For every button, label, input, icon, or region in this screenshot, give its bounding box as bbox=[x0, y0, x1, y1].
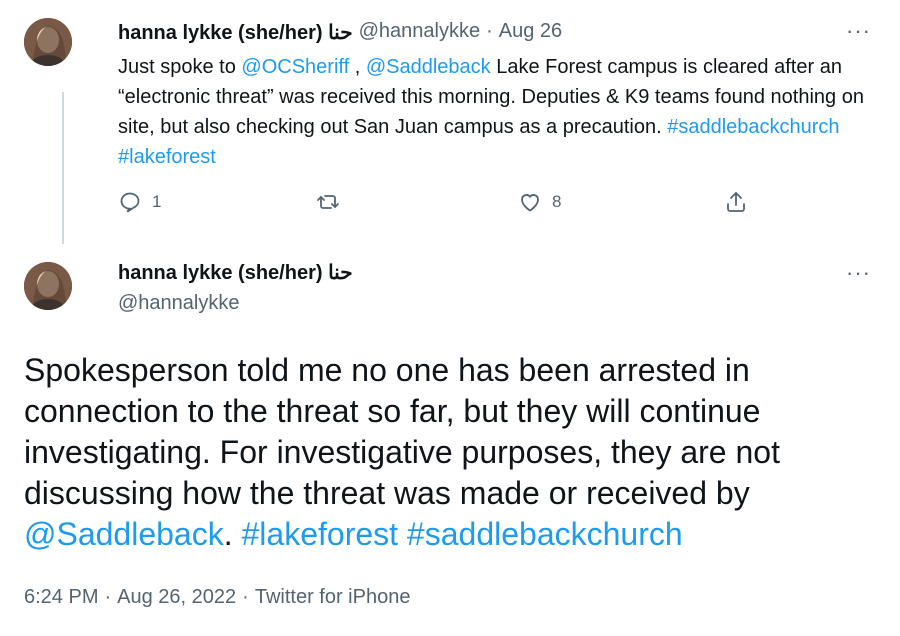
display-name[interactable]: hanna lykke (she/her) حنا bbox=[118, 20, 353, 45]
avatar[interactable] bbox=[24, 18, 72, 66]
share-icon bbox=[727, 192, 745, 212]
hashtag-link[interactable]: #saddlebackchurch bbox=[667, 116, 839, 138]
share-button[interactable] bbox=[724, 190, 748, 214]
like-icon bbox=[521, 194, 539, 212]
tweet-meta: 6:24 PM · Aug 26, 2022 · Twitter for iPh… bbox=[24, 586, 410, 609]
separator: · bbox=[242, 586, 249, 608]
separator: · bbox=[486, 20, 493, 42]
tweet1-header: hanna lykke (she/her) حنا @hannalykke · … bbox=[118, 20, 562, 45]
hashtag-link[interactable]: #saddlebackchurch bbox=[407, 516, 683, 552]
avatar[interactable] bbox=[24, 262, 72, 310]
text-segment: Spokesperson told me no one has been arr… bbox=[24, 352, 780, 511]
hashtag-link[interactable]: #lakeforest bbox=[242, 516, 399, 552]
mention-link[interactable]: @OCSheriff bbox=[241, 56, 349, 78]
tweet-date[interactable]: Aug 26 bbox=[499, 20, 562, 45]
handle[interactable]: @hannalykke bbox=[359, 20, 480, 45]
tweet2-text: Spokesperson told me no one has been arr… bbox=[24, 350, 874, 555]
thread-line bbox=[62, 92, 64, 244]
hashtag-link[interactable]: #lakeforest bbox=[118, 146, 216, 168]
display-name[interactable]: hanna lykke (she/her) حنا bbox=[118, 260, 353, 285]
text-segment bbox=[398, 516, 407, 552]
reply-button[interactable]: 1 bbox=[118, 190, 161, 214]
text-segment: Just spoke to bbox=[118, 56, 242, 78]
retweet-button[interactable] bbox=[316, 190, 350, 214]
like-button[interactable]: 8 bbox=[518, 190, 561, 214]
tweet-source[interactable]: Twitter for iPhone bbox=[255, 586, 411, 609]
reply-count: 1 bbox=[152, 192, 162, 211]
tweet-date[interactable]: Aug 26, 2022 bbox=[117, 586, 236, 609]
separator: · bbox=[104, 586, 112, 608]
like-count: 8 bbox=[552, 192, 562, 211]
reply-icon bbox=[120, 192, 140, 213]
more-icon[interactable]: ··· bbox=[846, 260, 871, 286]
mention-link[interactable]: @Saddleback bbox=[24, 516, 224, 552]
more-icon[interactable]: ··· bbox=[846, 18, 871, 44]
text-segment: . bbox=[223, 516, 242, 552]
tweet1-text: Just spoke to @OCSheriff , @Saddleback L… bbox=[118, 52, 888, 172]
text-segment: , bbox=[349, 56, 366, 78]
handle[interactable]: @hannalykke bbox=[118, 292, 239, 315]
retweet-icon bbox=[317, 195, 339, 209]
mention-link[interactable]: @Saddleback bbox=[366, 56, 491, 78]
tweet-time[interactable]: 6:24 PM bbox=[24, 586, 98, 609]
